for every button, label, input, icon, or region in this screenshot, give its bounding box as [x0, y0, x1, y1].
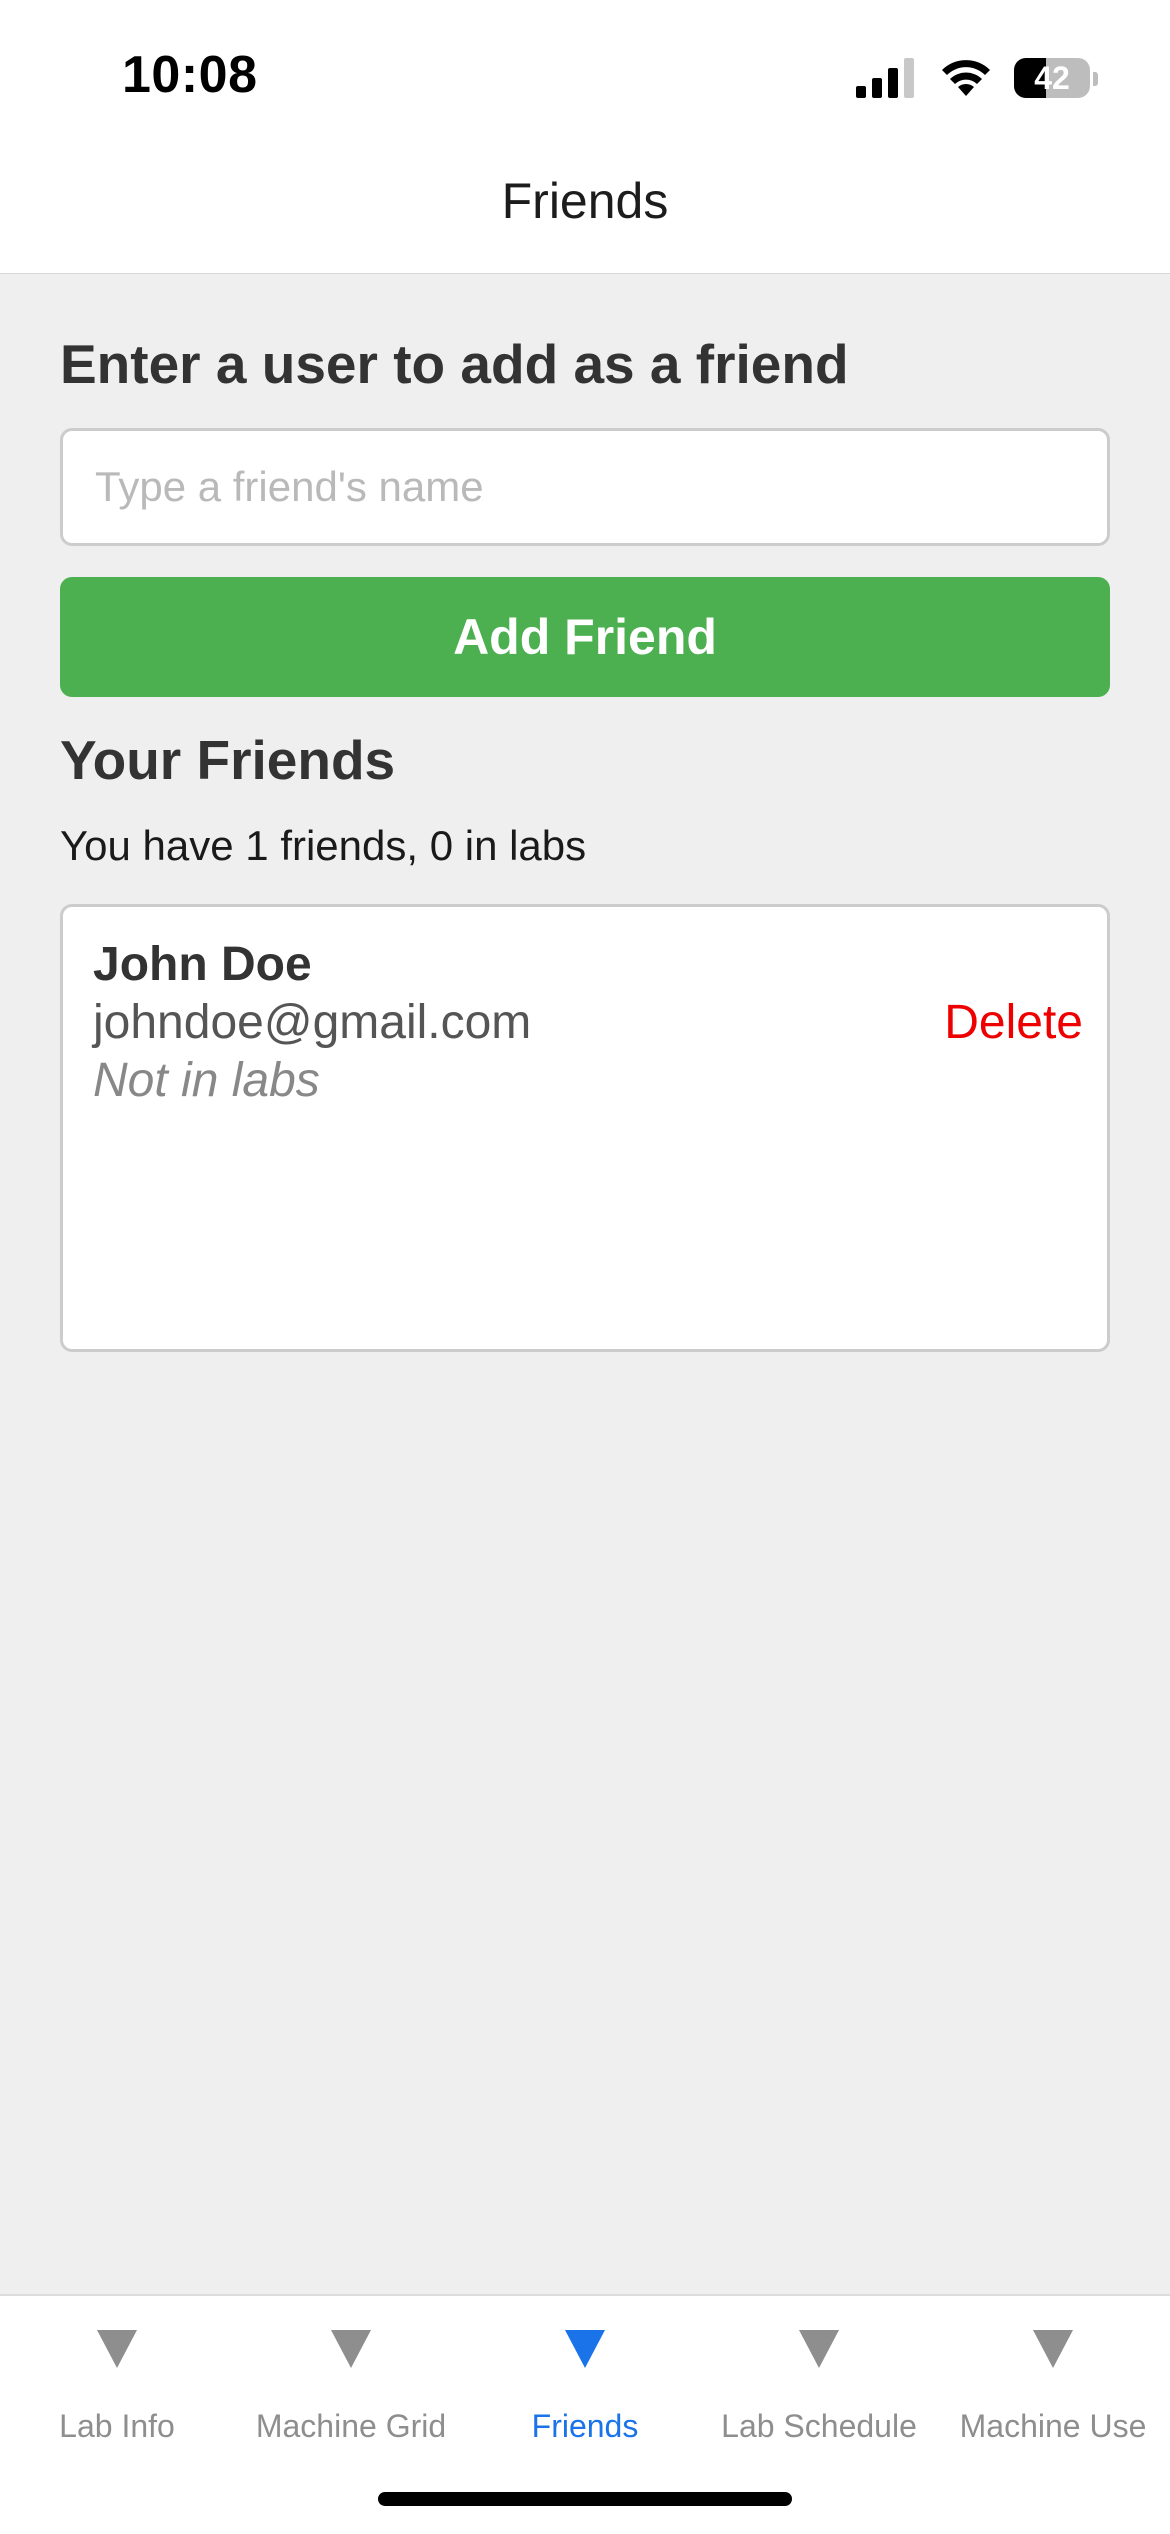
triangle-down-icon: [565, 2330, 605, 2368]
friend-email: johndoe@gmail.com: [93, 996, 532, 1049]
tab-label: Machine Grid: [255, 2408, 447, 2444]
wifi-icon: [942, 59, 990, 96]
tab-lab-info[interactable]: Lab Info: [0, 2296, 234, 2466]
add-friend-heading: Enter a user to add as a friend: [60, 333, 849, 395]
signal-icon: [856, 57, 914, 98]
tab-label: Lab Schedule: [721, 2408, 917, 2444]
friend-name-input[interactable]: [60, 428, 1110, 546]
your-friends-heading: Your Friends: [60, 729, 396, 791]
friends-list: John Doe johndoe@gmail.com Not in labs D…: [60, 904, 1110, 1352]
tab-machine-use[interactable]: Machine Use: [936, 2296, 1170, 2466]
tab-lab-schedule[interactable]: Lab Schedule: [702, 2296, 936, 2466]
tab-friends[interactable]: Friends: [468, 2296, 702, 2466]
tab-label: Machine Use: [959, 2408, 1147, 2444]
battery-cap: [1093, 71, 1098, 86]
list-item: John Doe johndoe@gmail.com Not in labs D…: [93, 937, 1083, 1127]
home-indicator: [378, 2492, 792, 2506]
battery-level: 42: [1034, 59, 1070, 96]
status-icons: 42: [856, 55, 1098, 100]
friend-name: John Doe: [93, 938, 312, 991]
triangle-down-icon: [799, 2330, 839, 2368]
battery-icon: 42: [1014, 57, 1098, 98]
status-time: 10:08: [122, 46, 258, 104]
tab-label: Lab Info: [59, 2408, 175, 2444]
triangle-down-icon: [1033, 2330, 1073, 2368]
tab-label: Friends: [531, 2408, 639, 2444]
triangle-down-icon: [97, 2330, 137, 2368]
add-friend-button[interactable]: Add Friend: [60, 577, 1110, 697]
delete-friend-button[interactable]: Delete: [944, 995, 1083, 1050]
friends-summary: You have 1 friends, 0 in labs: [60, 822, 587, 869]
triangle-down-icon: [331, 2330, 371, 2368]
page-title: Friends: [501, 173, 669, 229]
status-bar: 10:08 42: [0, 0, 1170, 140]
friend-lab-status: Not in labs: [93, 1054, 320, 1107]
tab-machine-grid[interactable]: Machine Grid: [234, 2296, 468, 2466]
